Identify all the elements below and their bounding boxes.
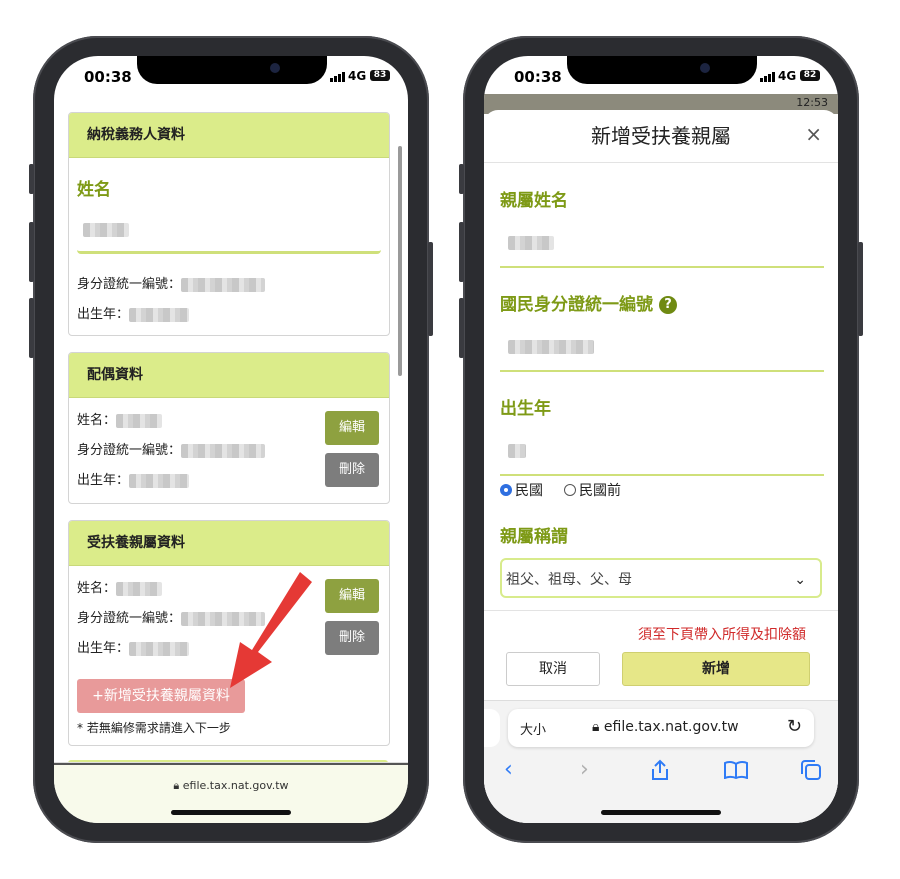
taxpayer-name-label: 姓名	[77, 180, 111, 200]
share-icon[interactable]	[650, 759, 670, 781]
relative-name-label: 親屬姓名	[500, 191, 568, 211]
text-size-button[interactable]: 大小	[520, 719, 546, 738]
network-label: 4G	[778, 69, 797, 83]
next-step-note: * 若無編修需求請進入下一步	[77, 721, 231, 735]
home-indicator[interactable]	[171, 810, 291, 815]
url-display[interactable]: 🔒︎ efile.tax.nat.gov.tw	[54, 779, 408, 793]
left-phone: 00:38 4G 83 納稅義務人資料 姓名 身分證統一編號： 出生年： 配偶資…	[29, 36, 433, 843]
red-arrow-icon	[230, 572, 312, 688]
camera-icon	[270, 63, 280, 73]
mute-switch	[29, 164, 34, 194]
taxpayer-birth-row: 出生年：	[77, 303, 190, 322]
bookmarks-icon[interactable]	[724, 761, 748, 779]
address-bar[interactable]: 大小 🔒︎ efile.tax.nat.gov.tw ↻	[508, 709, 814, 747]
taxpayer-name-field[interactable]	[77, 209, 381, 254]
spouse-id-row: 身分證統一編號：	[77, 439, 266, 458]
dependent-delete-button[interactable]: 刪除	[325, 621, 379, 655]
volume-up-button	[29, 222, 34, 282]
chevron-down-icon: ⌄	[794, 572, 806, 588]
tabs-icon[interactable]	[800, 759, 822, 781]
spouse-birth-row: 出生年：	[77, 469, 190, 488]
spouse-card: 配偶資料 姓名： 身分證統一編號： 出生年： 編輯 刪除	[68, 352, 390, 504]
help-icon[interactable]: ?	[659, 296, 677, 314]
status-time: 00:38	[514, 68, 562, 86]
power-button	[858, 242, 863, 336]
left-screen: 00:38 4G 83 納稅義務人資料 姓名 身分證統一編號： 出生年： 配偶資…	[54, 56, 408, 823]
previous-tab-peek[interactable]	[484, 709, 500, 747]
back-icon[interactable]: ‹	[504, 757, 513, 782]
status-time: 00:38	[84, 68, 132, 86]
notch	[137, 56, 327, 84]
birth-year-field[interactable]	[500, 430, 824, 476]
dependent-birth-row: 出生年：	[77, 637, 190, 656]
spouse-name-row: 姓名：	[77, 409, 163, 428]
add-button[interactable]: 新增	[622, 652, 810, 686]
volume-up-button	[459, 222, 464, 282]
lock-icon: 🔒︎	[592, 719, 600, 735]
blurred-id	[508, 340, 594, 354]
volume-down-button	[29, 298, 34, 358]
signal-icon	[330, 72, 345, 82]
blurred-name	[508, 236, 554, 250]
radio-selected-icon	[500, 484, 512, 496]
mute-switch	[459, 164, 464, 194]
close-icon[interactable]: ×	[805, 122, 822, 146]
reload-icon[interactable]: ↻	[787, 716, 802, 737]
volume-down-button	[459, 298, 464, 358]
warning-text: 須至下頁帶入所得及扣除額	[638, 627, 806, 643]
spouse-edit-button[interactable]: 編輯	[325, 411, 379, 445]
right-screen: 00:38 4G 82 12:53 新增受扶養親屬 × 親屬姓名 國民身分證統一…	[484, 56, 838, 823]
national-id-label: 國民身分證統一編號?	[500, 290, 677, 315]
birth-year-label: 出生年	[500, 399, 551, 419]
home-indicator[interactable]	[601, 810, 721, 815]
radio-unselected-icon	[564, 484, 576, 496]
network-label: 4G	[348, 69, 367, 83]
right-phone: 00:38 4G 82 12:53 新增受扶養親屬 × 親屬姓名 國民身分證統一…	[459, 36, 863, 843]
safari-toolbar: 大小 🔒︎ efile.tax.nat.gov.tw ↻ ‹ ›	[484, 700, 838, 823]
camera-icon	[700, 63, 710, 73]
divider	[484, 162, 838, 163]
blurred-name	[83, 223, 129, 237]
power-button	[428, 242, 433, 336]
signal-icon	[760, 72, 775, 82]
relation-label: 親屬稱謂	[500, 527, 568, 547]
notch	[567, 56, 757, 84]
divider	[484, 610, 838, 611]
relation-select[interactable]: 祖父、祖母、父、母 ⌄	[500, 558, 822, 598]
lock-icon: 🔒︎	[173, 779, 180, 792]
battery-icon: 83	[370, 70, 390, 81]
dependent-edit-button[interactable]: 編輯	[325, 579, 379, 613]
modal-title: 新增受扶養親屬	[591, 124, 731, 148]
spouse-delete-button[interactable]: 刪除	[325, 453, 379, 487]
national-id-field[interactable]	[500, 326, 824, 372]
battery-icon: 82	[800, 70, 820, 81]
blurred-year	[508, 444, 526, 458]
relative-name-field[interactable]	[500, 222, 824, 268]
url-display[interactable]: 🔒︎ efile.tax.nat.gov.tw	[592, 719, 739, 735]
radio-roc[interactable]: 民國	[500, 480, 543, 500]
cancel-button[interactable]: 取消	[506, 652, 600, 686]
dependents-card-title: 受扶養親屬資料	[69, 521, 389, 566]
dependent-name-row: 姓名：	[77, 577, 163, 596]
forward-icon[interactable]: ›	[580, 757, 589, 782]
taxpayer-card: 納稅義務人資料 姓名 身分證統一編號： 出生年：	[68, 112, 390, 336]
radio-pre-roc[interactable]: 民國前	[564, 480, 621, 500]
background-time: 12:53	[796, 96, 828, 109]
taxpayer-card-title: 納稅義務人資料	[69, 113, 389, 158]
spouse-card-title: 配偶資料	[69, 353, 389, 398]
taxpayer-id-row: 身分證統一編號：	[77, 273, 266, 292]
scrollbar[interactable]	[398, 146, 402, 376]
